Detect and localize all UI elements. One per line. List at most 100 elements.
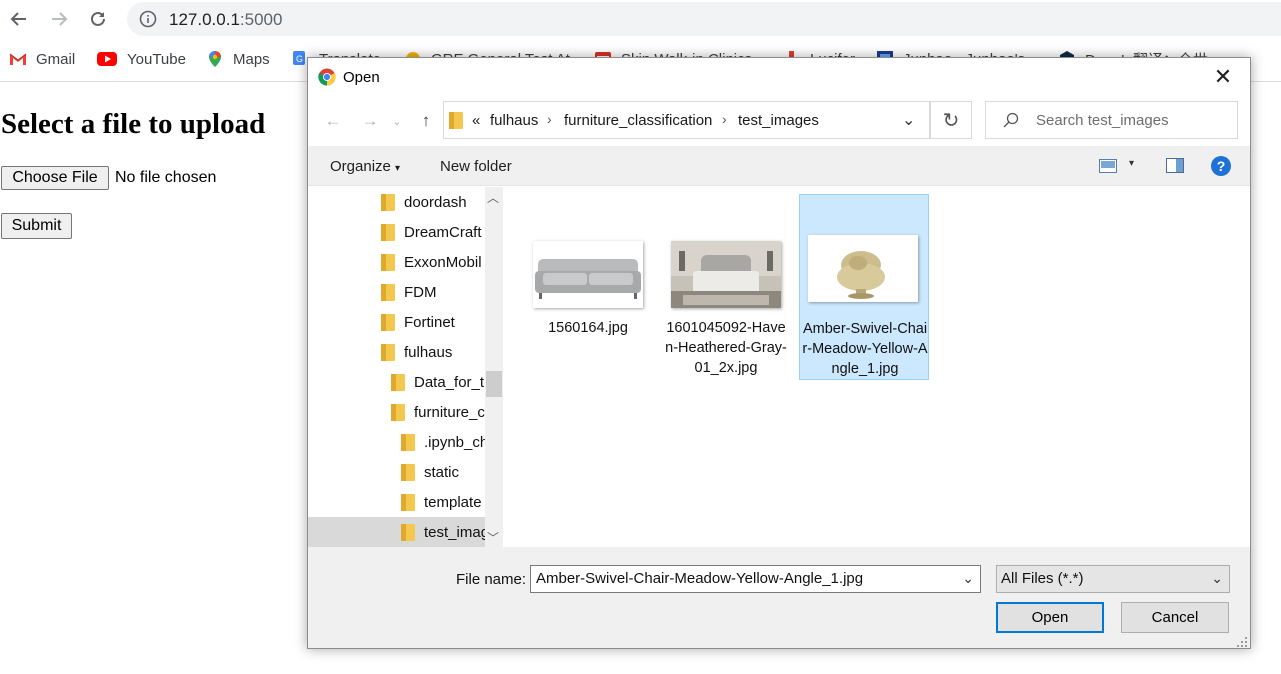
file-name-label: File name: <box>456 571 527 588</box>
chair-thumbnail <box>808 235 918 302</box>
open-file-dialog: Open ✕ ← → ⌄ ↑ « fulhaus › furniture_cla… <box>307 57 1251 649</box>
tree-item-furniture-c[interactable]: furniture_c <box>308 397 485 427</box>
folder-icon <box>381 343 395 361</box>
folder-icon <box>401 463 415 481</box>
dialog-back-button[interactable]: ← <box>322 111 344 130</box>
preview-pane-icon[interactable] <box>1166 158 1184 173</box>
dialog-search-input[interactable]: Search test_images <box>985 101 1238 139</box>
resize-grip-icon[interactable] <box>1236 636 1248 648</box>
cancel-button[interactable]: Cancel <box>1121 602 1229 633</box>
breadcrumb-item[interactable]: test_images <box>738 112 819 129</box>
chevron-down-icon[interactable]: ⌄ <box>962 570 974 587</box>
dialog-address-bar[interactable]: « fulhaus › furniture_classification › t… <box>443 101 930 139</box>
refresh-icon: ↻ <box>942 109 960 132</box>
bookmark-maps[interactable]: Maps <box>206 46 270 72</box>
tree-item-exxonmobil[interactable]: ExxonMobil <box>308 247 485 277</box>
gmail-icon <box>9 53 27 65</box>
bookmark-gmail[interactable]: Gmail <box>9 46 75 72</box>
change-view-icon[interactable] <box>1099 159 1117 173</box>
new-folder-button[interactable]: New folder <box>440 158 512 175</box>
submit-button[interactable]: Submit <box>1 213 72 239</box>
tree-item-test-imag[interactable]: test_imag <box>308 517 485 547</box>
bookmark-youtube[interactable]: YouTube <box>96 46 186 72</box>
breadcrumb-separator-icon[interactable]: › <box>722 111 727 127</box>
dialog-title: Open <box>343 69 380 86</box>
folder-icon <box>401 433 415 451</box>
search-placeholder: Search test_images <box>1036 112 1169 129</box>
scrollbar-thumb[interactable] <box>486 371 502 397</box>
dialog-title-bar[interactable]: Open ✕ <box>308 58 1250 96</box>
dialog-refresh-button[interactable]: ↻ <box>930 101 972 139</box>
info-icon[interactable] <box>139 10 157 28</box>
recent-locations-button[interactable]: ⌄ <box>390 112 404 130</box>
forward-arrow-icon <box>52 12 68 26</box>
page-title: Select a file to upload <box>1 108 266 140</box>
view-options-caret-icon[interactable]: ▾ <box>1129 158 1134 169</box>
folder-icon <box>381 313 395 331</box>
close-icon: ✕ <box>1213 64 1233 89</box>
help-icon[interactable]: ? <box>1210 155 1232 177</box>
search-icon <box>1003 112 1019 128</box>
reload-button[interactable] <box>83 4 113 34</box>
scroll-up-icon[interactable]: ︿ <box>487 189 499 206</box>
forward-arrow-icon: → <box>361 111 379 130</box>
file-item[interactable]: 1601045092-Haven-Heathered-Gray-01_2x.jp… <box>661 194 791 380</box>
chevron-down-icon: ⌄ <box>1211 570 1223 586</box>
file-name: Amber-Swivel-Chair-Meadow-Yellow-Angle_1… <box>802 321 928 377</box>
up-folder-button[interactable]: ↑ <box>415 111 437 130</box>
open-button[interactable]: Open <box>996 602 1104 633</box>
dialog-footer: File name: Amber-Swivel-Chair-Meadow-Yel… <box>308 547 1250 648</box>
close-button[interactable]: ✕ <box>1208 64 1238 90</box>
back-button[interactable] <box>4 4 34 34</box>
breadcrumb-overflow[interactable]: « <box>472 112 480 129</box>
folder-icon <box>381 193 395 211</box>
youtube-icon <box>97 52 117 66</box>
file-name: 1560164.jpg <box>548 320 628 336</box>
chrome-logo-icon <box>318 68 336 86</box>
back-arrow-icon: ← <box>324 111 342 130</box>
tree-item-data-for-t[interactable]: Data_for_t <box>308 367 485 397</box>
file-item[interactable]: 1560164.jpg <box>523 194 653 380</box>
file-type-select[interactable]: All Files (*.*) ⌄ <box>996 565 1230 593</box>
file-name: 1601045092-Haven-Heathered-Gray-01_2x.jp… <box>665 320 787 376</box>
choose-file-button[interactable]: Choose File <box>1 166 109 190</box>
no-file-chosen-text: No file chosen <box>115 169 217 186</box>
address-bar[interactable]: 127.0.0.1:5000 <box>127 2 1281 36</box>
tree-item-dreamcraft[interactable]: DreamCraft <box>308 217 485 247</box>
reload-icon <box>91 11 105 26</box>
back-arrow-icon <box>10 12 26 26</box>
dialog-forward-button[interactable]: → <box>359 111 381 130</box>
forward-button[interactable] <box>44 4 74 34</box>
sofa-thumbnail <box>533 241 643 308</box>
bed-thumbnail <box>671 241 781 308</box>
tree-item-ipynb-ch[interactable]: .ipynb_ch <box>308 427 485 457</box>
folder-icon <box>449 112 463 129</box>
breadcrumb-item[interactable]: fulhaus <box>490 112 538 129</box>
file-list: 1560164.jpg 1601045092-Haven-Heathered-G… <box>506 187 1250 547</box>
file-item-selected[interactable]: Amber-Swivel-Chair-Meadow-Yellow-Angle_1… <box>799 194 929 380</box>
scroll-down-icon[interactable]: ﹀ <box>487 529 499 546</box>
breadcrumb-separator-icon[interactable]: › <box>547 111 552 127</box>
tree-item-fulhaus[interactable]: fulhaus <box>308 337 485 367</box>
folder-icon <box>381 253 395 271</box>
organize-menu[interactable]: Organize ▾ <box>330 158 400 175</box>
folder-icon <box>391 373 405 391</box>
url-text: 127.0.0.1:5000 <box>169 10 283 29</box>
tree-item-static[interactable]: static <box>308 457 485 487</box>
tree-item-fdm[interactable]: FDM <box>308 277 485 307</box>
tree-item-fortinet[interactable]: Fortinet <box>308 307 485 337</box>
tree-item-doordash[interactable]: doordash <box>308 187 485 217</box>
maps-pin-icon <box>209 51 221 67</box>
file-type-value: All Files (*.*) <box>1001 570 1084 587</box>
breadcrumb-item[interactable]: furniture_classification <box>564 112 712 129</box>
folder-icon <box>381 283 395 301</box>
tree-scrollbar[interactable]: ︿ ﹀ <box>485 187 503 547</box>
dialog-toolbar: Organize ▾ New folder ▾ ? <box>308 146 1250 186</box>
up-arrow-icon: ↑ <box>421 111 431 130</box>
svg-text:?: ? <box>1217 158 1226 174</box>
navigation-tree: doordash DreamCraft ExxonMobil FDM Forti… <box>308 187 503 547</box>
tree-item-template[interactable]: template <box>308 487 485 517</box>
file-name-value: Amber-Swivel-Chair-Meadow-Yellow-Angle_1… <box>536 570 864 587</box>
chevron-down-icon[interactable]: ⌄ <box>902 110 915 130</box>
file-name-input[interactable]: Amber-Swivel-Chair-Meadow-Yellow-Angle_1… <box>530 565 981 593</box>
